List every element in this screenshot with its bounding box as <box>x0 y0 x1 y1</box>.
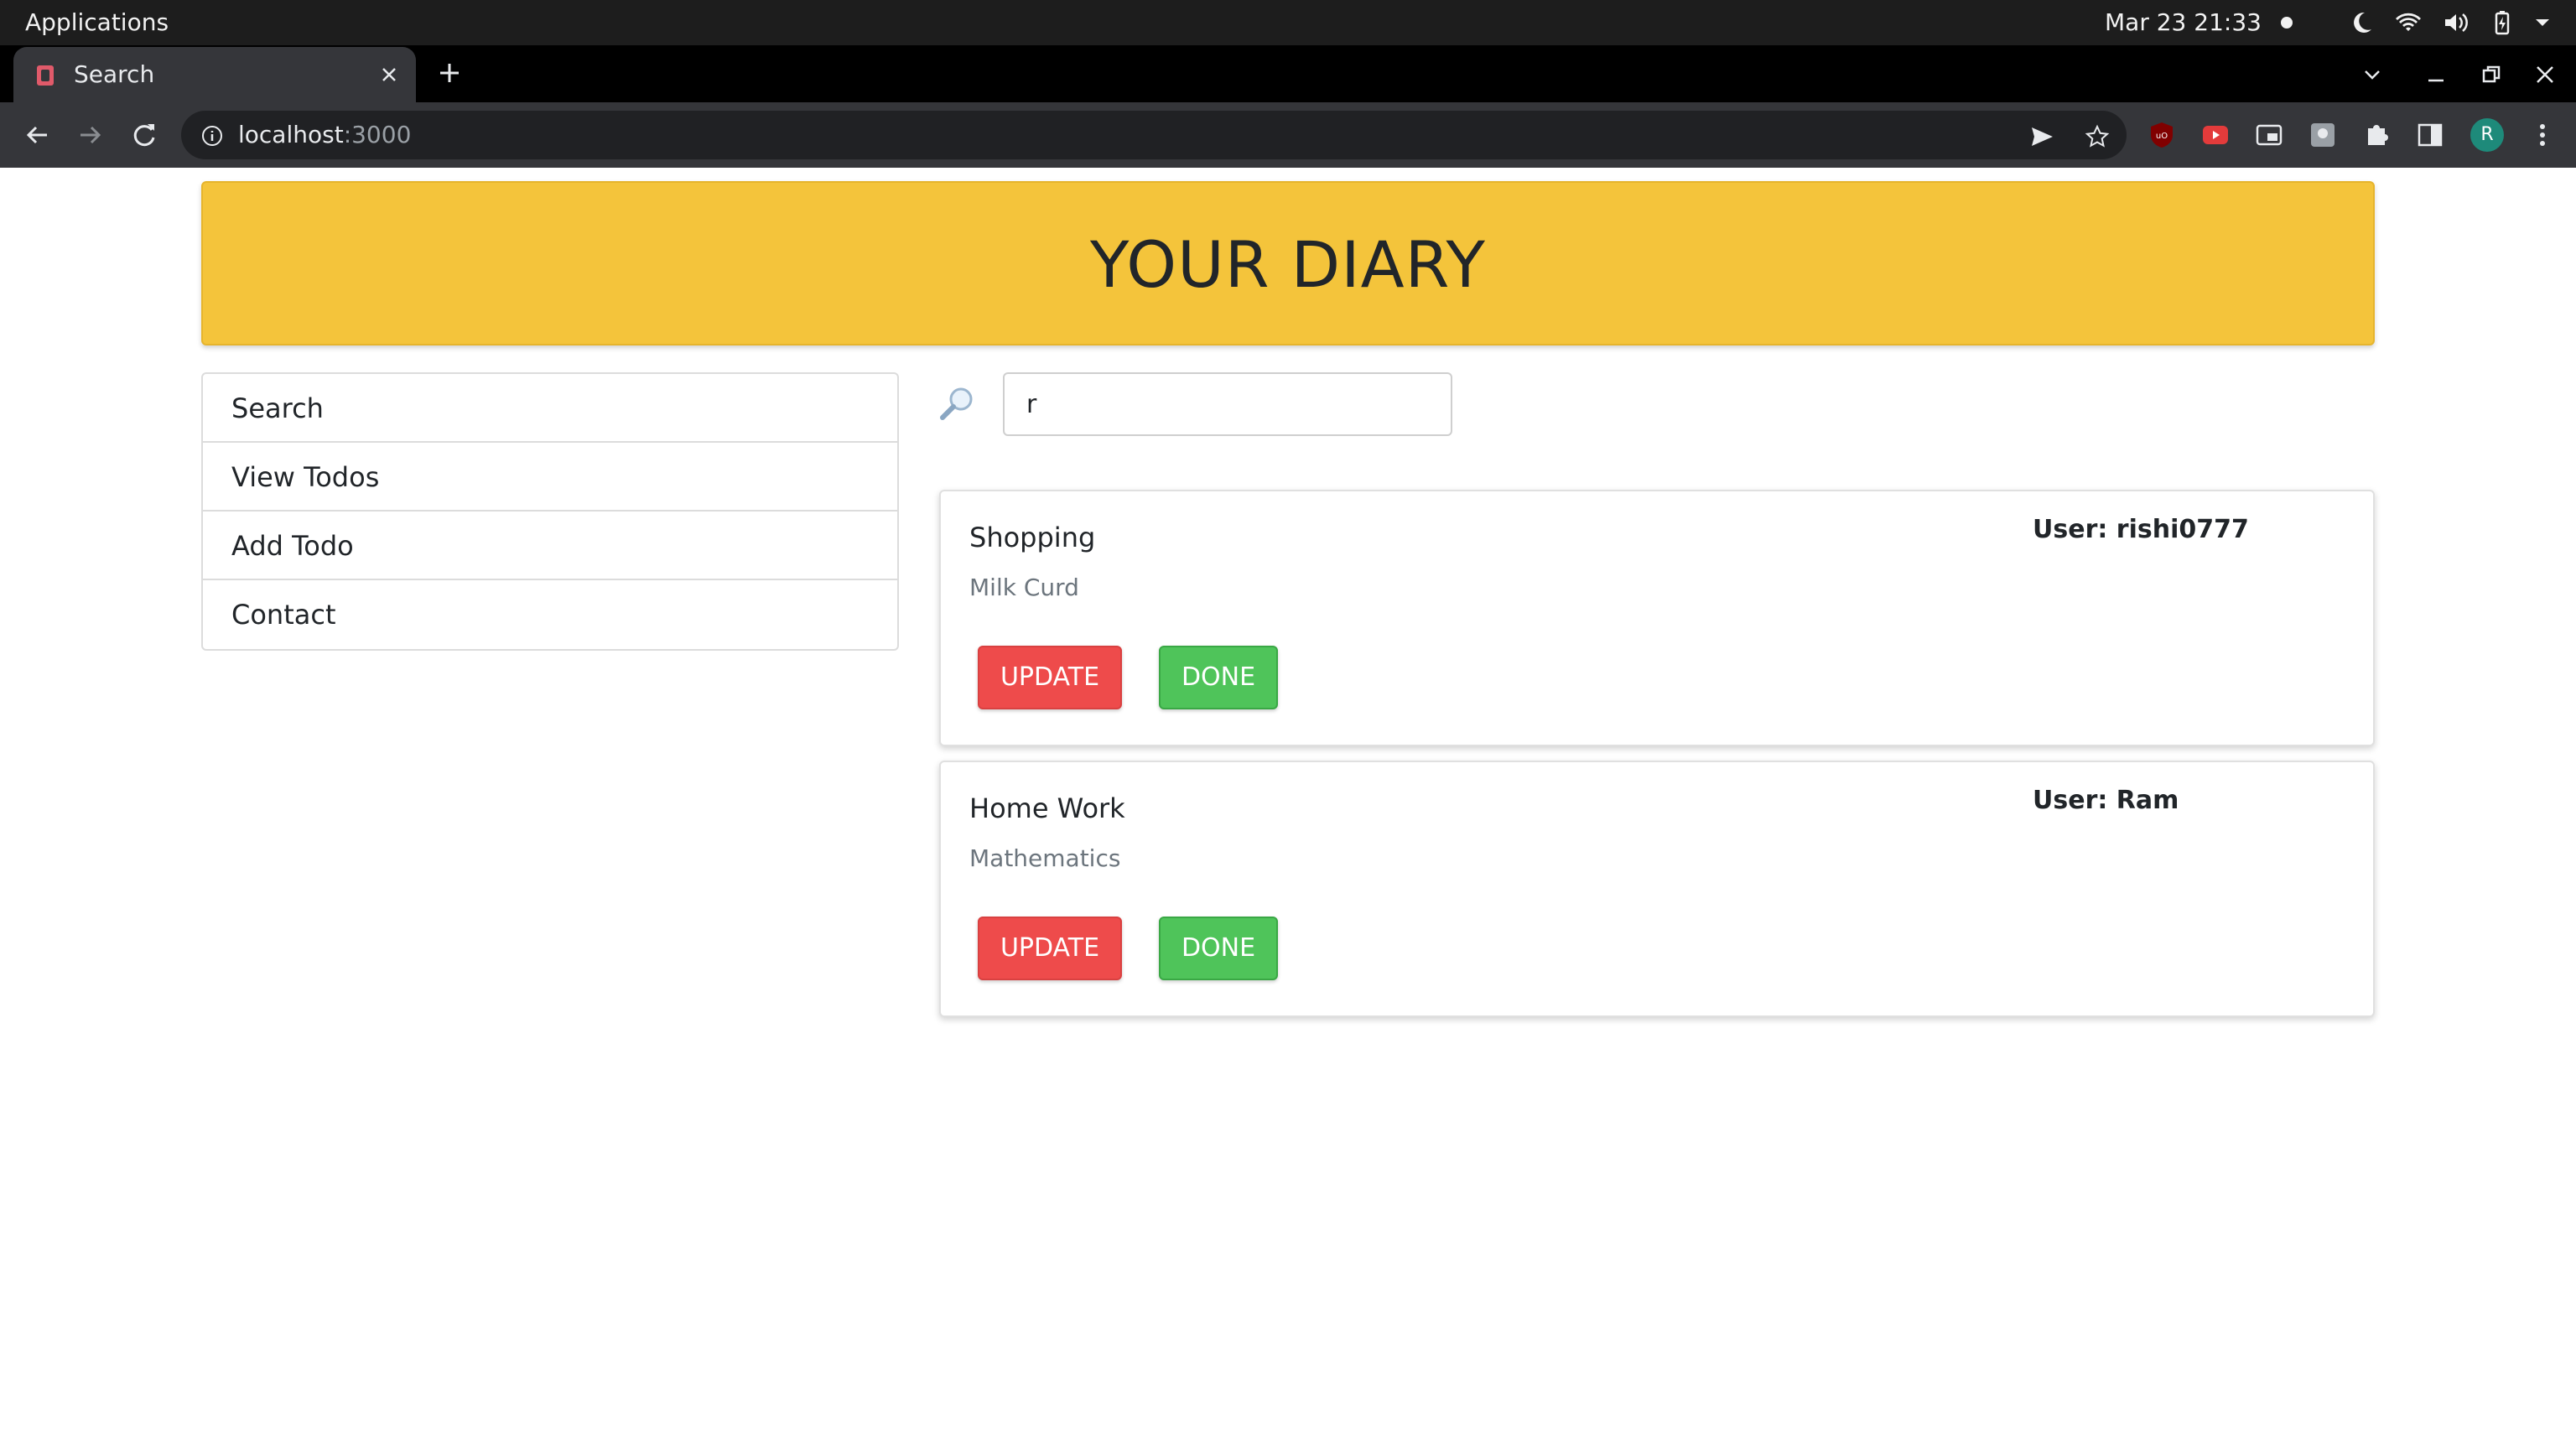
update-button[interactable]: UPDATE <box>978 646 1122 709</box>
menu-icon[interactable] <box>2527 120 2558 150</box>
address-bar[interactable]: localhost:3000 <box>181 111 2127 159</box>
search-input[interactable] <box>1003 372 1452 436</box>
todo-user: User: rishi0777 <box>2033 515 2249 544</box>
url-port: :3000 <box>343 121 412 148</box>
reload-icon[interactable] <box>129 120 159 150</box>
puzzle-icon[interactable] <box>2361 120 2392 150</box>
tab-search-chevron-icon[interactable] <box>2360 62 2385 87</box>
todo-description: Milk Curd <box>969 574 1079 601</box>
sidebar-item-search[interactable]: Search <box>203 374 897 443</box>
sidebar-item-view-todos[interactable]: View Todos <box>203 443 897 512</box>
tab-strip: Search <box>0 45 2576 102</box>
night-light-icon[interactable] <box>2348 9 2375 36</box>
sidebar-nav: Search View Todos Add Todo Contact <box>201 372 899 651</box>
pip-icon[interactable] <box>2254 120 2284 150</box>
site-info-icon[interactable] <box>201 125 223 147</box>
close-tab-icon[interactable] <box>379 65 399 85</box>
todo-user: User: Ram <box>2033 786 2179 815</box>
app-header: YOUR DIARY <box>201 181 2375 345</box>
done-button[interactable]: DONE <box>1159 917 1278 980</box>
browser-toolbar: localhost:3000 uO R <box>0 102 2576 168</box>
magnifier-icon <box>940 387 973 420</box>
page-title: YOUR DIARY <box>1090 227 1486 302</box>
todo-card: Home Work Mathematics User: Ram UPDATE D… <box>939 761 2375 1017</box>
applications-menu[interactable]: Applications <box>25 0 169 45</box>
svg-text:uO: uO <box>2156 132 2168 141</box>
restore-icon[interactable] <box>2479 62 2504 87</box>
ublock-icon[interactable]: uO <box>2147 120 2177 150</box>
new-tab-icon[interactable] <box>436 60 463 86</box>
tab-title: Search <box>74 60 155 88</box>
profile-avatar[interactable]: R <box>2470 118 2504 152</box>
url-text: localhost:3000 <box>238 111 411 159</box>
sidepanel-icon[interactable] <box>2415 120 2445 150</box>
todo-description: Mathematics <box>969 844 1121 872</box>
close-window-icon[interactable] <box>2532 62 2558 87</box>
battery-icon[interactable] <box>2489 9 2516 36</box>
youtube-ext-icon[interactable] <box>2200 120 2231 150</box>
send-icon[interactable] <box>2029 124 2054 149</box>
system-menu-chevron-icon[interactable] <box>2529 9 2556 36</box>
system-top-bar: Applications Mar 23 21:33 <box>0 0 2576 45</box>
update-button[interactable]: UPDATE <box>978 917 1122 980</box>
done-button[interactable]: DONE <box>1159 646 1278 709</box>
sidebar-item-add-todo[interactable]: Add Todo <box>203 512 897 580</box>
minimize-icon[interactable] <box>2423 62 2449 87</box>
forward-icon[interactable] <box>75 120 106 150</box>
todo-title: Home Work <box>969 792 1125 824</box>
star-icon[interactable] <box>2085 124 2110 149</box>
app-favicon <box>37 65 54 86</box>
todo-card: Shopping Milk Curd User: rishi0777 UPDAT… <box>939 490 2375 746</box>
back-icon[interactable] <box>22 120 52 150</box>
volume-icon[interactable] <box>2442 9 2469 36</box>
sidebar-item-contact[interactable]: Contact <box>203 580 897 649</box>
url-host: localhost <box>238 121 344 148</box>
wifi-icon[interactable] <box>2395 9 2422 36</box>
ext-icon[interactable] <box>2308 120 2338 150</box>
browser-tab-active[interactable]: Search <box>13 47 416 102</box>
notification-dot <box>2281 17 2293 29</box>
todo-title: Shopping <box>969 522 1096 553</box>
clock[interactable]: Mar 23 21:33 <box>2105 0 2262 45</box>
